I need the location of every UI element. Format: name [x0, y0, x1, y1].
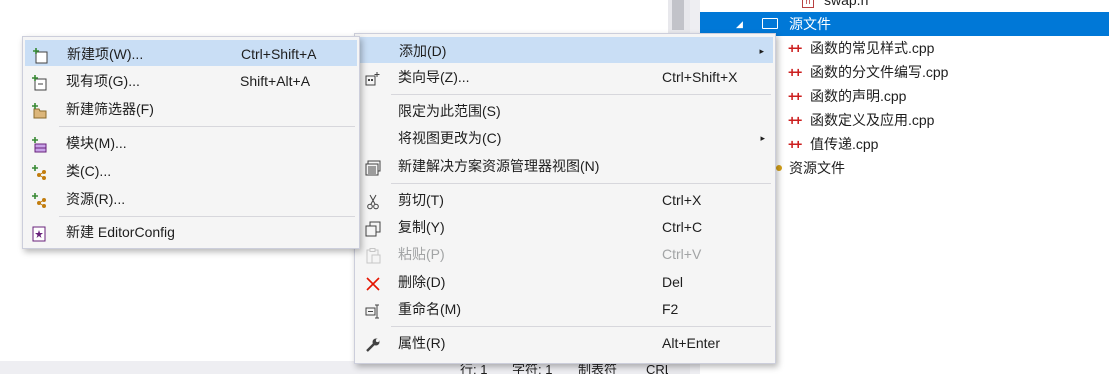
menu-item-delete[interactable]: 删除(D) Del	[357, 269, 773, 295]
status-tabs: 制表符	[578, 362, 618, 374]
menu-item-label: 新建解决方案资源管理器视图(N)	[398, 158, 600, 174]
cpp-file-icon: ++	[788, 112, 802, 128]
new-view-icon	[365, 158, 381, 176]
new-filter-icon	[31, 101, 47, 119]
menu-item-label: 剪切(T)	[398, 192, 444, 208]
menu-item-label: 将视图更改为(C)	[398, 130, 502, 146]
menu-item-cut[interactable]: 剪切(T) Ctrl+X	[357, 187, 773, 213]
resource-icon	[31, 191, 47, 208]
tree-item-label: 函数的分文件编写.cpp	[810, 64, 949, 80]
submenu-item-class[interactable]: 类(C)...	[25, 158, 357, 184]
menu-item-shortcut: F2	[662, 301, 679, 317]
class-icon	[31, 163, 47, 180]
tree-item-label: 值传递.cpp	[810, 136, 879, 152]
menu-item-label: 资源(R)...	[66, 191, 126, 207]
menu-item-label: 类向导(Z)...	[398, 69, 470, 85]
scrollbar-thumb[interactable]	[672, 0, 684, 30]
tree-item-label: 函数的声明.cpp	[810, 88, 907, 104]
class-wizard-icon	[365, 69, 381, 86]
resource-folder-icon	[776, 165, 782, 171]
tree-item-label: 函数的常见样式.cpp	[810, 40, 935, 56]
module-icon	[31, 135, 47, 153]
tree-item-label: 函数定义及应用.cpp	[810, 112, 935, 128]
submenu-item-module[interactable]: 模块(M)...	[25, 130, 357, 156]
tree-item-swap-h[interactable]: h swap.h	[700, 0, 1109, 12]
menu-item-label: 新建项(W)...	[67, 46, 144, 62]
submenu-item-new-editorconfig[interactable]: 新建 EditorConfig	[25, 219, 357, 245]
cpp-file-icon: ++	[788, 64, 802, 80]
status-line: 行: 1	[460, 362, 488, 374]
menu-item-change-view[interactable]: 将视图更改为(C) ▸	[357, 125, 773, 151]
tree-item-label: 源文件	[789, 16, 831, 32]
menu-item-label: 删除(D)	[398, 274, 446, 290]
menu-separator	[391, 326, 771, 327]
menu-item-label: 重命名(M)	[398, 301, 461, 317]
menu-item-shortcut: Alt+Enter	[662, 335, 720, 351]
cpp-file-icon: ++	[788, 40, 802, 56]
scissors-icon	[365, 192, 381, 210]
menu-item-label: 现有项(G)...	[66, 73, 140, 89]
delete-x-icon	[365, 274, 381, 291]
menu-item-label: 限定为此范围(S)	[398, 103, 501, 119]
menu-item-rename[interactable]: 重命名(M) F2	[357, 296, 773, 322]
menu-item-shortcut: Del	[662, 274, 684, 290]
cpp-file-icon: ++	[788, 136, 802, 152]
submenu-arrow-icon: ▸	[759, 46, 764, 56]
tree-item-label: 资源文件	[789, 160, 845, 176]
menu-item-label: 类(C)...	[66, 163, 112, 179]
menu-item-label: 模块(M)...	[66, 135, 127, 151]
menu-item-label: 添加(D)	[399, 43, 447, 59]
menu-separator	[59, 216, 355, 217]
submenu-arrow-icon: ▸	[760, 133, 765, 143]
menu-item-add[interactable]: 添加(D) ▸	[357, 37, 773, 63]
menu-item-label: 粘贴(P)	[398, 246, 445, 262]
menu-item-label: 新建 EditorConfig	[66, 224, 175, 240]
menu-item-label: 复制(Y)	[398, 219, 445, 235]
header-file-icon: h	[802, 0, 814, 8]
submenu-item-new-item[interactable]: 新建项(W)... Ctrl+Shift+A	[25, 40, 357, 66]
submenu-item-existing-item[interactable]: 现有项(G)... Shift+Alt+A	[25, 68, 357, 94]
menu-item-scope-to-this[interactable]: 限定为此范围(S)	[357, 98, 773, 124]
add-submenu: 新建项(W)... Ctrl+Shift+A 现有项(G)... Shift+A…	[22, 36, 360, 249]
menu-item-copy[interactable]: 复制(Y) Ctrl+C	[357, 214, 773, 240]
menu-item-shortcut: Shift+Alt+A	[240, 73, 311, 89]
menu-item-properties[interactable]: 属性(R) Alt+Enter	[357, 330, 773, 356]
cpp-file-icon: ++	[788, 88, 802, 104]
menu-item-label: 属性(R)	[398, 335, 446, 351]
menu-item-class-wizard[interactable]: 类向导(Z)... Ctrl+Shift+X	[357, 64, 773, 90]
menu-separator	[391, 183, 771, 184]
menu-item-shortcut: Ctrl+V	[662, 246, 702, 262]
menu-separator	[391, 94, 771, 95]
new-item-icon	[32, 46, 48, 64]
copy-icon	[365, 219, 381, 237]
submenu-item-resource[interactable]: 资源(R)...	[25, 186, 357, 212]
status-char: 字符: 1	[512, 362, 553, 374]
existing-item-icon	[31, 73, 47, 91]
rename-icon	[365, 301, 381, 319]
menu-item-shortcut: Ctrl+C	[662, 219, 703, 235]
wrench-icon	[365, 335, 381, 352]
menu-separator	[59, 126, 355, 127]
submenu-item-new-filter[interactable]: 新建筛选器(F)	[25, 96, 357, 122]
menu-item-shortcut: Ctrl+Shift+X	[662, 69, 738, 85]
context-menu: 添加(D) ▸ 类向导(Z)... Ctrl+Shift+X 限定为此范围(S)…	[354, 33, 776, 364]
editorconfig-icon	[31, 224, 47, 242]
paste-icon	[365, 246, 381, 264]
tree-item-label: swap.h	[824, 0, 869, 8]
menu-item-shortcut: Ctrl+Shift+A	[241, 46, 317, 62]
folder-open-icon	[762, 18, 778, 29]
menu-item-label: 新建筛选器(F)	[66, 101, 154, 117]
menu-item-new-explorer-view[interactable]: 新建解决方案资源管理器视图(N)	[357, 153, 773, 179]
menu-item-shortcut: Ctrl+X	[662, 192, 702, 208]
menu-item-paste[interactable]: 粘贴(P) Ctrl+V	[357, 241, 773, 267]
